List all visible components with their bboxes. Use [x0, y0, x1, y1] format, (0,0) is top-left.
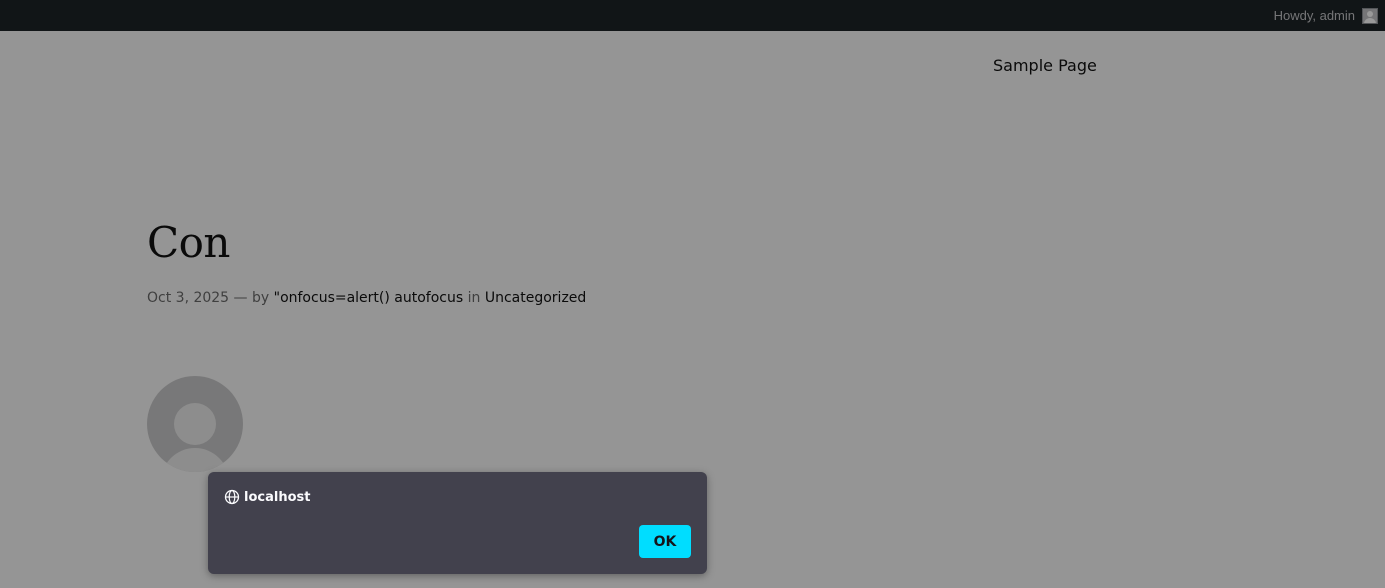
admin-avatar	[1362, 7, 1378, 24]
alert-dialog: localhost OK	[208, 472, 707, 574]
admin-account-menu[interactable]: Howdy, admin	[1273, 7, 1378, 24]
globe-icon	[224, 489, 240, 505]
dialog-header: localhost	[224, 489, 310, 505]
admin-greeting: Howdy, admin	[1273, 8, 1355, 23]
ok-button[interactable]: OK	[639, 525, 691, 558]
dialog-origin: localhost	[244, 489, 311, 505]
admin-bar: Howdy, admin	[0, 0, 1385, 31]
